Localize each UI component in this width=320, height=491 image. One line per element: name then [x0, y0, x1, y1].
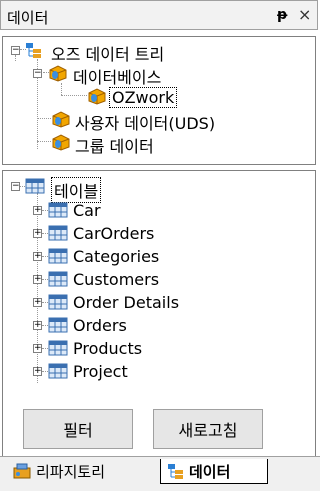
tree-node-database[interactable]: − 데이터베이스: [3, 62, 303, 87]
table-icon: [48, 271, 68, 287]
user-data-icon: [52, 111, 70, 128]
tree-node-table[interactable]: + Orders: [3, 314, 303, 336]
tree-node-table[interactable]: + Car: [3, 199, 303, 221]
group-data-icon: [52, 134, 70, 151]
expand-toggle[interactable]: +: [33, 367, 42, 376]
repository-icon: [13, 463, 31, 479]
panel-title-bar: 데이터 ᵽ ×: [0, 0, 318, 30]
collapse-toggle[interactable]: −: [11, 182, 20, 191]
tree-node-label: Customers: [73, 270, 160, 289]
tree-node-label: Project: [73, 362, 128, 381]
tree-node-label: Car: [73, 201, 101, 220]
table-icon: [48, 248, 68, 264]
table-icon: [48, 225, 68, 241]
tree-node-label: Products: [73, 339, 143, 358]
tree-node-group-data[interactable]: 그룹 데이터: [3, 131, 303, 156]
table-icon: [48, 340, 68, 356]
tree-node-label: Categories: [73, 247, 160, 266]
tree-node-table[interactable]: + Categories: [3, 245, 303, 267]
expand-toggle[interactable]: +: [33, 321, 42, 330]
tab-label: 데이터: [189, 462, 231, 481]
tree-node-table[interactable]: + Products: [3, 337, 303, 359]
data-tree-icon: [168, 464, 183, 479]
database-icon: [49, 65, 67, 82]
collapse-toggle[interactable]: −: [11, 46, 20, 55]
tab-label: 리파지토리: [36, 462, 106, 481]
tree-node-label: CarOrders: [73, 224, 155, 243]
bottom-tab-bar: 리파지토리 데이터: [0, 456, 320, 491]
close-icon[interactable]: ×: [298, 5, 311, 24]
table-icon: [48, 317, 68, 333]
tree-node-label: 그룹 데이터: [75, 137, 154, 156]
filter-button[interactable]: 필터: [23, 409, 133, 449]
tree-node-table[interactable]: + Project: [3, 360, 303, 382]
expand-toggle[interactable]: +: [33, 252, 42, 261]
table-tree[interactable]: − 테이블 + Car + CarOrders + Categories + Customer…: [2, 170, 316, 480]
expand-toggle[interactable]: +: [33, 206, 42, 215]
tree-node-ozwork[interactable]: OZwork: [3, 85, 303, 108]
expand-toggle[interactable]: +: [33, 275, 42, 284]
table-icon: [25, 178, 45, 194]
panel-title: 데이터: [7, 9, 49, 27]
refresh-button[interactable]: 새로고침: [153, 409, 263, 449]
tree-node-oz-root[interactable]: − 오즈 데이터 트리: [3, 39, 303, 64]
tab-repository[interactable]: 리파지토리: [6, 459, 154, 483]
tree-node-label: OZwork: [109, 87, 178, 108]
tree-node-label: Orders: [73, 316, 127, 335]
expand-toggle[interactable]: +: [33, 229, 42, 238]
table-icon: [48, 363, 68, 379]
collapse-toggle[interactable]: −: [33, 69, 42, 78]
tree-node-tables-root[interactable]: − 테이블: [3, 175, 303, 203]
tree-node-user-data[interactable]: 사용자 데이터(UDS): [3, 108, 303, 133]
tree-node-table[interactable]: + Customers: [3, 268, 303, 290]
tab-data[interactable]: 데이터: [160, 459, 268, 484]
tree-node-table[interactable]: + CarOrders: [3, 222, 303, 244]
table-icon: [48, 294, 68, 310]
expand-toggle[interactable]: +: [33, 344, 42, 353]
table-icon: [48, 202, 68, 218]
data-tree-icon: [26, 43, 41, 58]
database-icon: [88, 88, 106, 105]
oz-data-tree[interactable]: − 오즈 데이터 트리 − 데이터베이스 OZwork 사용자 데이터(UDS)…: [2, 36, 316, 165]
expand-toggle[interactable]: +: [33, 298, 42, 307]
tree-node-table[interactable]: + Order Details: [3, 291, 303, 313]
tree-node-label: Order Details: [73, 293, 180, 312]
pin-icon[interactable]: ᵽ: [277, 7, 287, 23]
